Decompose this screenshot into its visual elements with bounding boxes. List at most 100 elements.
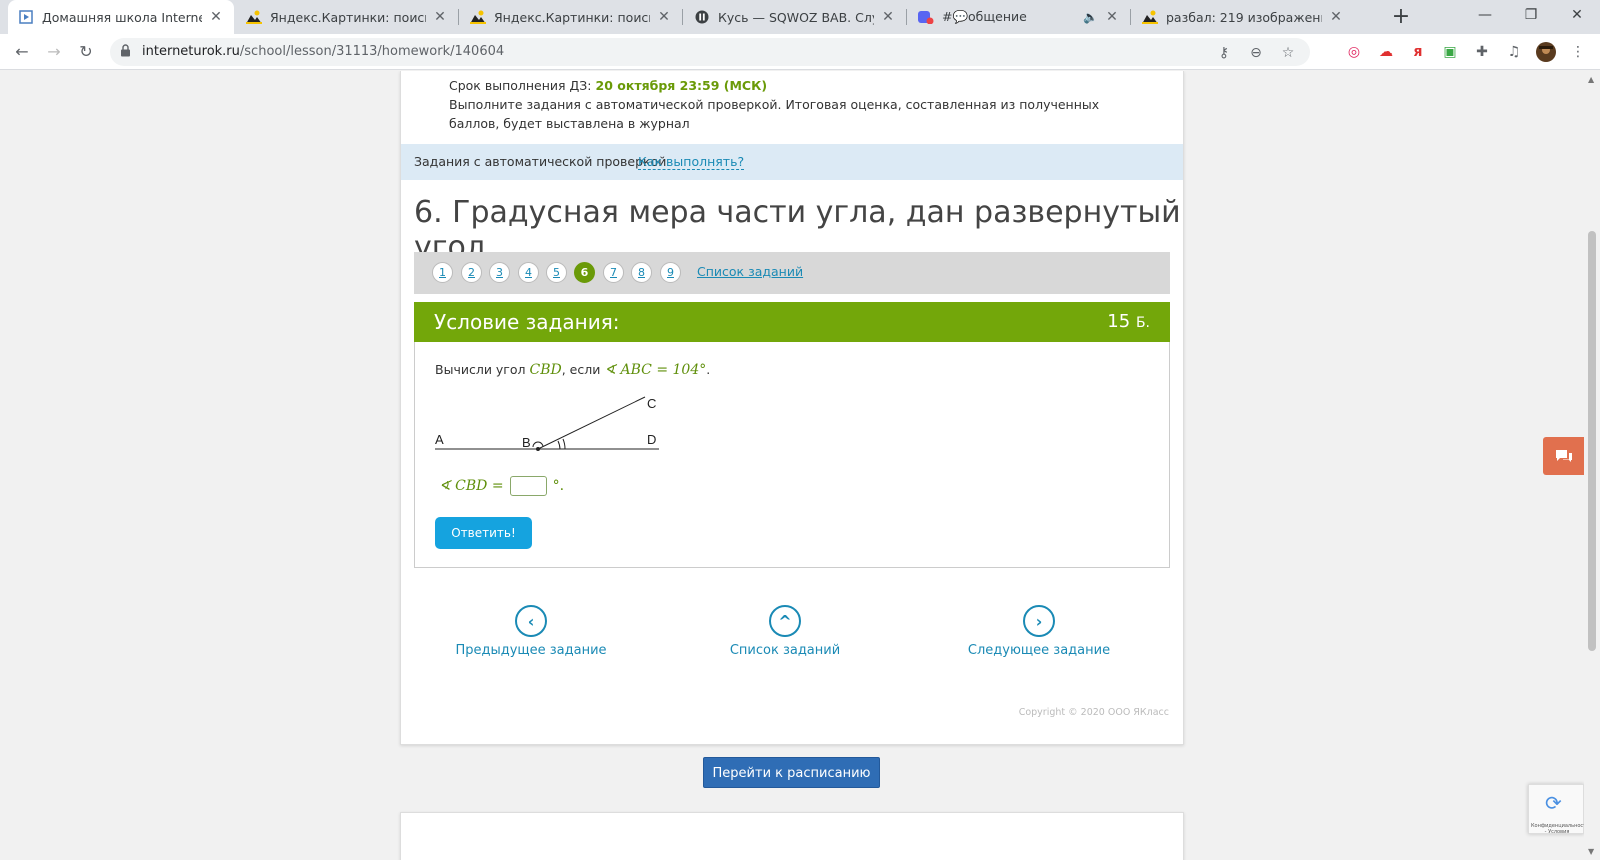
page-scrollbar[interactable]: ▲ ▼ (1584, 71, 1600, 860)
menu-kebab-icon[interactable]: ⋮ (1568, 42, 1588, 62)
tab-separator (1130, 9, 1131, 25)
tab-title: разбал: 219 изображений на (1166, 9, 1322, 25)
homework-instructions: Выполните задания с автоматической прове… (449, 97, 1100, 131)
media-control-icon[interactable]: ♫ (1504, 42, 1524, 62)
close-icon[interactable]: ✕ (656, 9, 672, 25)
scroll-up-icon[interactable]: ▲ (1588, 75, 1594, 84)
chat-icon[interactable] (1543, 437, 1584, 475)
extension-yandex-icon[interactable]: я (1408, 42, 1428, 62)
scroll-down-icon[interactable]: ▼ (1588, 847, 1594, 856)
tab-internetUrok[interactable]: Домашняя школа InternetUroк ✕ (8, 0, 234, 34)
task-pager: 1 2 3 4 5 6 7 8 9 Список заданий (414, 252, 1170, 294)
deadline-line: Срок выполнения ДЗ: 20 октября 23:59 (МС… (449, 76, 1149, 95)
schedule-button[interactable]: Перейти к расписанию (703, 757, 880, 788)
url-text: interneturok.ru/school/lesson/31113/home… (142, 44, 504, 59)
tab-separator (458, 9, 459, 25)
label-c: C (647, 396, 656, 411)
yandex-images-icon (1142, 9, 1158, 25)
tab-razbal[interactable]: разбал: 219 изображений на ✕ (1132, 0, 1354, 34)
task-page-9[interactable]: 9 (660, 262, 681, 283)
extensions-puzzle-icon[interactable]: ✚ (1472, 42, 1492, 62)
zoom-out-icon[interactable]: ⊖ (1246, 43, 1266, 63)
window-close-icon[interactable]: ✕ (1554, 0, 1600, 30)
tab-title: Яндекс.Картинки: поиск по ка (494, 9, 650, 25)
answer-suffix: °. (552, 478, 565, 494)
restore-icon[interactable]: ❐ (1508, 0, 1554, 30)
tab-sqwoz-bab[interactable]: Кусь — SQWOZ BAB. Слушать ✕ (684, 0, 906, 34)
avatar[interactable] (1536, 42, 1556, 62)
close-icon[interactable]: ✕ (1104, 9, 1120, 25)
address-bar[interactable]: interneturok.ru/school/lesson/31113/home… (110, 38, 1310, 66)
close-icon[interactable]: ✕ (880, 9, 896, 25)
task-page-7[interactable]: 7 (603, 262, 624, 283)
task-navigation: ‹ Предыдущее задание ^ Список заданий › … (401, 605, 1183, 665)
forward-arrow-icon[interactable]: → (42, 40, 66, 64)
new-tab-icon[interactable]: + (1388, 4, 1414, 29)
browser-tabbar: Домашняя школа InternetUroк ✕ Яндекс.Кар… (0, 0, 1600, 34)
task-page-8[interactable]: 8 (631, 262, 652, 283)
close-icon[interactable]: ✕ (1328, 9, 1344, 25)
label-a: A (435, 432, 444, 447)
tab-yandex-images-2[interactable]: Яндекс.Картинки: поиск по ка ✕ (460, 0, 682, 34)
speaker-muted-icon[interactable]: 🔈 (1083, 10, 1098, 24)
scrollbar-thumb[interactable] (1588, 231, 1596, 651)
tab-separator (682, 9, 683, 25)
url-path: /school/lesson/31113/homework/140604 (239, 44, 505, 59)
copyright-text: Copyright © 2020 ООО ЯКласс (1018, 707, 1169, 718)
tab-title: #💬общение (942, 9, 1027, 24)
tab-title: Яндекс.Картинки: поиск похо (270, 9, 426, 25)
star-icon[interactable]: ☆ (1278, 43, 1298, 63)
auto-check-bar: Задания с автоматической проверкой Как в… (401, 144, 1183, 180)
pause-icon (694, 9, 710, 25)
task-page-5[interactable]: 5 (546, 262, 567, 283)
recaptcha-badge[interactable]: ⟳ Конфиденциальность - Условия (1528, 784, 1584, 835)
arc-cbd-2 (562, 438, 566, 450)
extension-evernote-icon[interactable]: ▣ (1440, 42, 1460, 62)
label-d: D (647, 432, 656, 447)
condition-title: Условие задания: (434, 310, 620, 334)
vertex-b (536, 447, 540, 451)
task-list-label: Список заданий (729, 643, 841, 658)
extension-opera-icon[interactable]: ◎ (1344, 42, 1364, 62)
page-viewport: Срок выполнения ДЗ: 20 октября 23:59 (МС… (0, 71, 1584, 860)
arc-cbd-1 (557, 440, 561, 450)
points-value: 15 (1107, 311, 1131, 332)
deadline-label: Срок выполнения ДЗ: (449, 78, 596, 93)
submit-button[interactable]: Ответить! (435, 517, 532, 549)
tab-discord[interactable]: #💬общение 🔈 ✕ (908, 0, 1130, 34)
task-page-2[interactable]: 2 (461, 262, 482, 283)
back-arrow-icon[interactable]: ← (10, 40, 34, 64)
yandex-images-icon (246, 9, 262, 25)
task-list-nav-link[interactable]: ^ Список заданий (675, 605, 895, 658)
discord-icon (918, 9, 934, 25)
minimize-icon[interactable]: — (1462, 0, 1508, 30)
task-page-1[interactable]: 1 (432, 262, 453, 283)
deadline-value: 20 октября 23:59 (МСК) (595, 78, 768, 93)
task-page-3[interactable]: 3 (489, 262, 510, 283)
close-icon[interactable]: ✕ (208, 9, 224, 25)
homework-card: Срок выполнения ДЗ: 20 октября 23:59 (МС… (400, 71, 1184, 745)
points-badge: 15 Б. (1107, 311, 1150, 332)
url-host: interneturok.ru (142, 44, 240, 59)
answer-input[interactable] (509, 476, 547, 496)
next-task-link[interactable]: › Следующее задание (929, 605, 1149, 658)
chevron-right-icon: › (1023, 605, 1055, 637)
lock-icon (120, 44, 134, 58)
task-page-4[interactable]: 4 (518, 262, 539, 283)
tab-title: Домашняя школа InternetUroк (42, 9, 202, 25)
key-icon[interactable]: ⚷ (1214, 43, 1234, 63)
auto-check-label: Задания с автоматической проверкой (414, 154, 667, 169)
task-list-link[interactable]: Список заданий (697, 264, 803, 279)
extension-cloud-icon[interactable]: ☁ (1376, 42, 1396, 62)
answer-prefix: ∢ CBD = (439, 478, 504, 494)
prev-task-link[interactable]: ‹ Предыдущее задание (421, 605, 641, 658)
question-given: ∢ ABC = 104° (604, 362, 707, 378)
ray-bc (537, 396, 646, 450)
close-icon[interactable]: ✕ (432, 9, 448, 25)
how-to-link[interactable]: Как выполнять? (638, 154, 745, 170)
recaptcha-text: Конфиденциальность - Условия (1531, 823, 1584, 835)
tab-yandex-images-1[interactable]: Яндекс.Картинки: поиск похо ✕ (236, 0, 458, 34)
reload-icon[interactable]: ↻ (74, 40, 98, 64)
task-page-6[interactable]: 6 (574, 262, 595, 283)
question-mid: , если (561, 362, 605, 377)
